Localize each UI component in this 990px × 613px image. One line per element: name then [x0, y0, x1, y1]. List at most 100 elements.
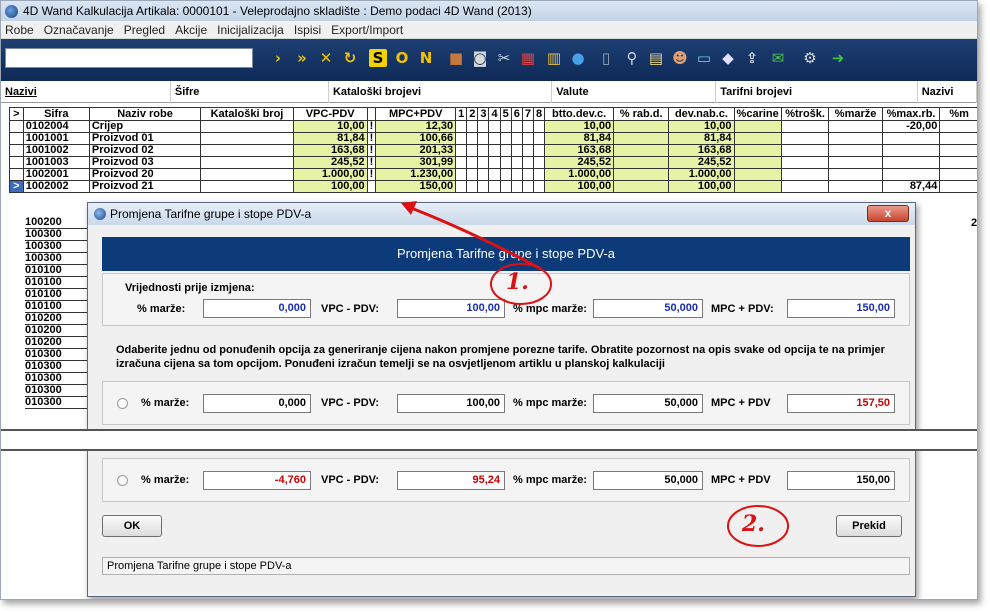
- cell-empty[interactable]: [939, 156, 977, 169]
- col-7[interactable]: 7: [521, 107, 534, 121]
- calculator-icon[interactable]: ▦: [519, 49, 537, 67]
- cell-empty[interactable]: [455, 156, 468, 169]
- table-row[interactable]: 0102004 Crijep 10,00! 12,30 10,00 10,00 -20,00: [9, 120, 977, 133]
- col-m[interactable]: %m: [939, 107, 977, 121]
- col-troskovi[interactable]: %trošk.: [780, 107, 830, 121]
- o-icon[interactable]: O: [393, 49, 411, 67]
- cell-nab[interactable]: 163,68: [668, 144, 735, 157]
- cell-trosk[interactable]: [780, 156, 830, 169]
- refresh-icon[interactable]: ↻: [341, 49, 359, 67]
- cell-flag[interactable]: [366, 180, 377, 193]
- cell-sel[interactable]: [9, 120, 24, 133]
- cell-sifra[interactable]: 1001003: [22, 156, 90, 169]
- cell-empty[interactable]: [510, 156, 523, 169]
- cell-empty[interactable]: [455, 120, 468, 133]
- option-1-panel[interactable]: % marže: 0,000 VPC - PDV: 100,00 % mpc m…: [102, 381, 910, 425]
- cell-empty[interactable]: [466, 168, 479, 181]
- chat-icon[interactable]: ✉: [769, 49, 787, 67]
- cell-maxrb[interactable]: [881, 168, 941, 181]
- cell-empty[interactable]: [488, 120, 501, 133]
- cell-naziv[interactable]: Proizvod 20: [88, 168, 202, 181]
- cell-rab[interactable]: [613, 132, 670, 145]
- cell-empty[interactable]: [499, 132, 512, 145]
- cell-carine[interactable]: [733, 168, 782, 181]
- cell-trosk[interactable]: [780, 120, 830, 133]
- table-row[interactable]: >1002002 Proizvod 21 100,00 150,00 100,00 100…: [9, 180, 977, 193]
- cell-empty[interactable]: [510, 132, 523, 145]
- cell-empty[interactable]: [510, 168, 523, 181]
- ok-button[interactable]: OK: [102, 515, 162, 537]
- cell-empty[interactable]: [488, 180, 501, 193]
- col-3[interactable]: 3: [477, 107, 490, 121]
- cell-rab[interactable]: [613, 156, 670, 169]
- cell-sifra[interactable]: 1002002: [22, 180, 90, 193]
- cell-sifra[interactable]: 1001001: [22, 132, 90, 145]
- dialog-close-button[interactable]: x: [867, 205, 909, 222]
- cell-maxrb[interactable]: -20,00: [881, 120, 941, 133]
- cell-mpc[interactable]: 1.230,00: [375, 168, 457, 181]
- cell-mpc[interactable]: 150,00: [375, 180, 457, 193]
- cell-kat[interactable]: [200, 180, 294, 193]
- col-sifra[interactable]: Sifra: [22, 107, 90, 121]
- tag-icon[interactable]: ◆: [719, 49, 737, 67]
- cell-carine[interactable]: [733, 144, 782, 157]
- cell-empty[interactable]: [466, 132, 479, 145]
- table-row[interactable]: 1001002 Proizvod 02 163,68! 201,33 163,68 163…: [9, 144, 977, 157]
- cell-mpc[interactable]: 201,33: [375, 144, 457, 157]
- col-max-rb[interactable]: %max.rb.: [881, 107, 941, 121]
- cell-rab[interactable]: [613, 144, 670, 157]
- cell-empty[interactable]: [488, 168, 501, 181]
- cell-btto[interactable]: 81,84: [544, 132, 615, 145]
- cell-maxrb[interactable]: [881, 156, 941, 169]
- cell-trosk[interactable]: [780, 144, 830, 157]
- cell-sel[interactable]: [9, 156, 24, 169]
- cell-empty[interactable]: [939, 144, 977, 157]
- trash-icon[interactable]: ▯: [597, 49, 615, 67]
- card-icon[interactable]: ▭: [695, 49, 713, 67]
- menu-pregled[interactable]: Pregled: [124, 23, 165, 37]
- cell-vpc[interactable]: 163,68: [292, 144, 368, 157]
- cell-empty[interactable]: [466, 156, 479, 169]
- globe-icon[interactable]: ●: [569, 49, 587, 67]
- menu-ispisi[interactable]: Ispisi: [294, 23, 321, 37]
- col-mpc-pdv[interactable]: MPC+PDV: [375, 107, 457, 121]
- table-row[interactable]: 1002001 Proizvod 20 1.000,00! 1.230,00 1.000…: [9, 168, 977, 181]
- export-icon[interactable]: ⇪: [743, 49, 761, 67]
- cell-sel[interactable]: [9, 168, 24, 181]
- cell-empty[interactable]: [477, 144, 490, 157]
- cell-empty[interactable]: [466, 180, 479, 193]
- cell-kat[interactable]: [200, 120, 294, 133]
- cell-empty[interactable]: [477, 132, 490, 145]
- cell-sifra[interactable]: 1001002: [22, 144, 90, 157]
- cell-kat[interactable]: [200, 156, 294, 169]
- cell-rab[interactable]: [613, 120, 670, 133]
- cell-empty[interactable]: [455, 180, 468, 193]
- cell-empty[interactable]: [477, 168, 490, 181]
- cell-nab[interactable]: 81,84: [668, 132, 735, 145]
- cell-naziv[interactable]: Proizvod 02: [88, 144, 202, 157]
- cell-empty[interactable]: [499, 168, 512, 181]
- col-flag[interactable]: [366, 107, 377, 121]
- col-6[interactable]: 6: [510, 107, 523, 121]
- cell-flag[interactable]: !: [366, 168, 377, 181]
- cell-flag[interactable]: !: [366, 132, 377, 145]
- cell-btto[interactable]: 100,00: [544, 180, 615, 193]
- settings-icon[interactable]: ⚙: [801, 49, 819, 67]
- cell-empty[interactable]: [455, 168, 468, 181]
- tab-nazivi[interactable]: Nazivi: [1, 81, 171, 103]
- cell-nab[interactable]: 10,00: [668, 120, 735, 133]
- col-indicator[interactable]: >: [9, 107, 24, 121]
- cell-empty[interactable]: [488, 132, 501, 145]
- cell-empty[interactable]: [488, 144, 501, 157]
- cell-empty[interactable]: [521, 168, 534, 181]
- col-btto-dev[interactable]: btto.dev.c.: [544, 107, 615, 121]
- cell-empty[interactable]: [510, 120, 523, 133]
- cell-marze[interactable]: [828, 120, 883, 133]
- cell-sifra[interactable]: 0102004: [22, 120, 90, 133]
- cell-empty[interactable]: [521, 120, 534, 133]
- col-1[interactable]: 1: [455, 107, 468, 121]
- menu-akcije[interactable]: Akcije: [175, 23, 207, 37]
- tab-nazivi-2[interactable]: Nazivi: [918, 81, 977, 103]
- menu-robe[interactable]: Robe: [5, 23, 34, 37]
- col-5[interactable]: 5: [499, 107, 512, 121]
